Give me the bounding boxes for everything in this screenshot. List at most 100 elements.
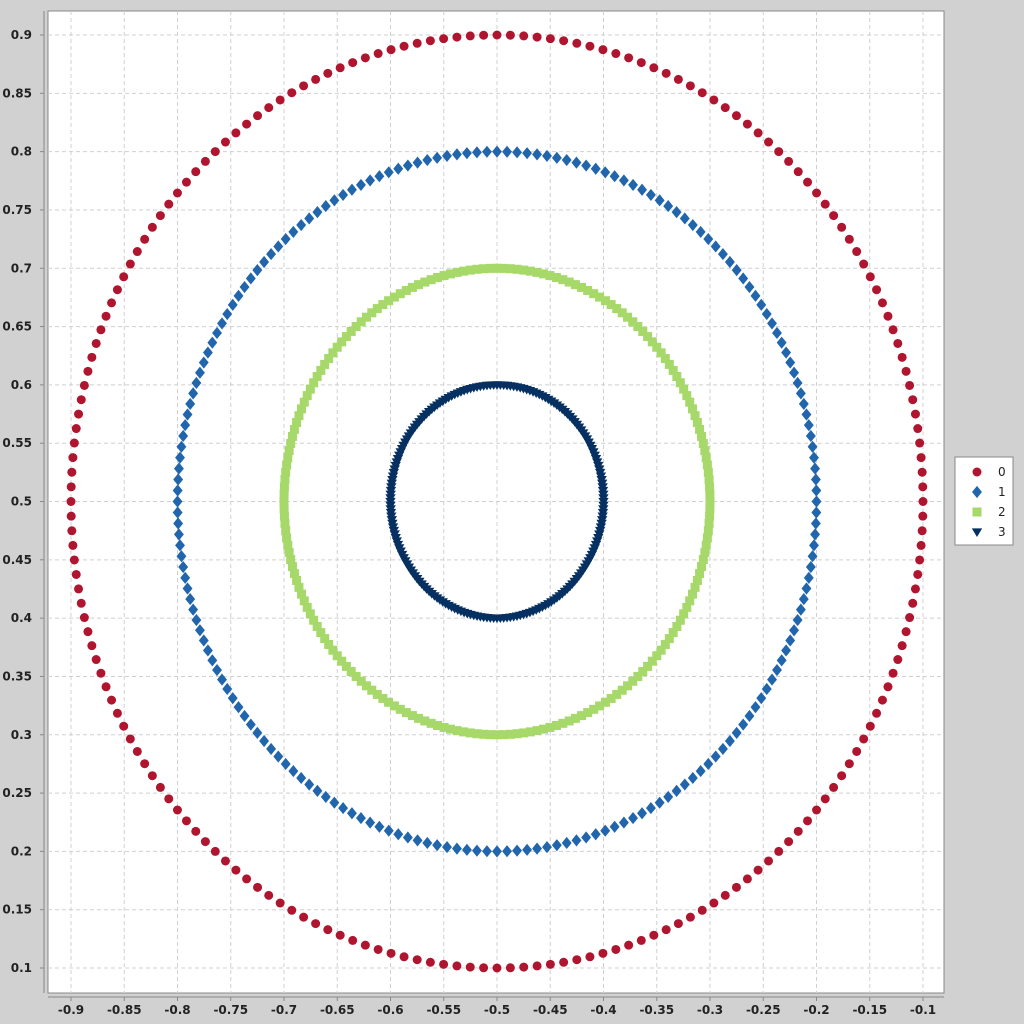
data-point <box>67 526 77 536</box>
x-tick-label: -0.2 <box>803 1003 829 1017</box>
data-point <box>611 49 621 59</box>
legend-label-1: 1 <box>998 485 1006 499</box>
data-point <box>67 467 77 477</box>
data-point <box>888 668 898 678</box>
data-point <box>837 222 847 232</box>
data-point <box>753 865 763 875</box>
data-point <box>210 846 220 856</box>
legend-label-2: 2 <box>998 505 1006 519</box>
data-point <box>74 409 84 419</box>
data-point <box>253 882 263 892</box>
data-point <box>844 234 854 244</box>
data-point <box>852 746 862 756</box>
data-point <box>335 63 345 73</box>
data-point <box>399 41 409 51</box>
data-point <box>323 925 333 935</box>
data-point <box>91 655 101 665</box>
x-tick-label: -0.1 <box>910 1003 936 1017</box>
data-point <box>585 952 595 962</box>
data-point <box>373 49 383 59</box>
data-point <box>220 137 230 147</box>
data-point <box>87 641 97 651</box>
data-point <box>908 598 918 608</box>
data-point <box>492 963 502 973</box>
data-point <box>91 338 101 348</box>
x-tick-label: -0.5 <box>484 1003 510 1017</box>
data-point <box>709 95 719 105</box>
data-point <box>661 925 671 935</box>
data-point <box>231 865 241 875</box>
data-point <box>877 298 887 308</box>
x-tick-label: -0.55 <box>426 1003 461 1017</box>
data-point <box>532 32 542 42</box>
x-tick-label: -0.85 <box>107 1003 142 1017</box>
data-point <box>101 311 111 321</box>
data-point <box>155 211 165 221</box>
x-tick-label: -0.75 <box>213 1003 248 1017</box>
data-point <box>897 641 907 651</box>
data-point <box>412 955 422 965</box>
data-point <box>697 905 707 915</box>
data-point <box>505 963 515 973</box>
data-point <box>112 285 122 295</box>
data-point <box>859 259 869 269</box>
y-tick-label: 0.9 <box>11 28 32 42</box>
data-point <box>66 482 76 492</box>
data-point <box>893 655 903 665</box>
y-tick-label: 0.65 <box>2 320 32 334</box>
data-point <box>915 438 925 448</box>
legend-label-3: 3 <box>998 525 1006 539</box>
data-point <box>784 837 794 847</box>
y-tick-label: 0.25 <box>2 786 32 800</box>
data-point <box>709 898 719 908</box>
data-point <box>915 555 925 565</box>
data-point <box>140 234 150 244</box>
data-point <box>107 298 117 308</box>
data-point <box>311 74 321 84</box>
data-point <box>705 504 715 514</box>
data-point <box>323 68 333 78</box>
data-point <box>386 45 396 55</box>
data-point <box>829 211 839 221</box>
data-point <box>774 846 784 856</box>
data-point <box>66 511 76 521</box>
data-point <box>917 467 927 477</box>
data-point <box>79 380 89 390</box>
data-point <box>492 30 502 40</box>
x-tick-label: -0.7 <box>271 1003 297 1017</box>
y-tick-label: 0.1 <box>11 961 32 975</box>
data-point <box>545 34 555 44</box>
data-point <box>119 272 129 282</box>
data-point <box>918 511 928 521</box>
data-point <box>83 366 93 376</box>
data-point <box>545 959 555 969</box>
data-point <box>872 285 882 295</box>
data-point <box>155 782 165 792</box>
data-point <box>264 103 274 113</box>
data-point <box>661 68 671 78</box>
data-point <box>140 759 150 769</box>
data-point <box>803 177 813 187</box>
data-point <box>764 856 774 866</box>
x-tick-label: -0.35 <box>639 1003 674 1017</box>
data-point <box>125 734 135 744</box>
data-point <box>147 222 157 232</box>
data-point <box>820 794 830 804</box>
data-point <box>264 890 274 900</box>
data-point <box>465 962 475 972</box>
y-tick-label: 0.4 <box>11 611 32 625</box>
data-point <box>210 147 220 157</box>
data-point <box>559 957 569 967</box>
data-point <box>793 167 803 177</box>
data-point <box>897 352 907 362</box>
data-point <box>439 34 449 44</box>
data-point <box>917 526 927 536</box>
data-point <box>572 38 582 48</box>
data-point <box>883 311 893 321</box>
data-point <box>649 63 659 73</box>
data-point <box>636 935 646 945</box>
legend-marker-2 <box>972 507 982 517</box>
data-point <box>479 30 489 40</box>
data-point <box>598 948 608 958</box>
legend-label-0: 0 <box>998 465 1006 479</box>
